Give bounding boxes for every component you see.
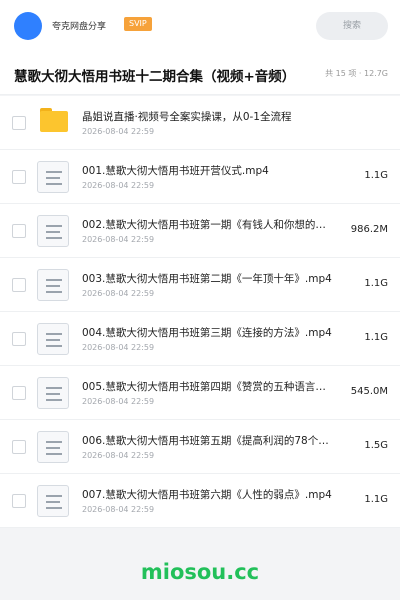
file-name: 007.慧歌大彻大悟用书班第六期《人性的弱点》.mp4 [82,489,332,501]
file-date: 2026-08-04 22:59 [82,397,155,406]
file-size: 1.1G [364,278,388,289]
file-size: 545.0M [350,386,388,397]
list-item[interactable]: 晶姐说直播·视频号全案实操课，从0-1全流程 2026-08-04 22:59 [0,96,400,150]
file-size: 1.1G [364,332,388,343]
file-list: 晶姐说直播·视频号全案实操课，从0-1全流程 2026-08-04 22:59 … [0,96,400,528]
file-date: 2026-08-04 22:59 [82,235,155,244]
top-bar: 夸克网盘分享 SVIP 搜索 [0,0,400,52]
file-date: 2026-08-04 22:59 [82,343,155,352]
file-size: 1.1G [364,170,388,181]
file-date: 2026-08-04 22:59 [82,181,155,190]
select-checkbox[interactable] [12,440,26,454]
list-item[interactable]: 007.慧歌大彻大悟用书班第六期《人性的弱点》.mp4 2026-08-04 2… [0,474,400,528]
select-checkbox[interactable] [12,386,26,400]
list-item[interactable]: 006.慧歌大彻大悟用书班第五期《提高利润的78个方法》.mp4 2026-08… [0,420,400,474]
file-size: 1.1G [364,494,388,505]
document-icon [37,431,69,463]
select-checkbox[interactable] [12,278,26,292]
folder-icon [40,108,68,132]
file-name: 003.慧歌大彻大悟用书班第二期《一年顶十年》.mp4 [82,273,332,285]
document-icon [37,161,69,193]
document-icon [37,485,69,517]
list-item[interactable]: 004.慧歌大彻大悟用书班第三期《连接的方法》.mp4 2026-08-04 2… [0,312,400,366]
file-date: 2026-08-04 22:59 [82,127,155,136]
file-size: 986.2M [350,224,388,235]
file-name: 006.慧歌大彻大悟用书班第五期《提高利润的78个方法》.mp4 [82,435,334,447]
file-date: 2026-08-04 22:59 [82,505,155,514]
user-name: 夸克网盘分享 [52,22,107,32]
file-name: 晶姐说直播·视频号全案实操课，从0-1全流程 [82,111,292,123]
vip-badge: SVIP [124,17,152,31]
select-checkbox[interactable] [12,116,26,130]
select-checkbox[interactable] [12,332,26,346]
file-count-summary: 共 15 项 · 12.7G [325,69,388,78]
select-checkbox[interactable] [12,224,26,238]
list-item[interactable]: 002.慧歌大彻大悟用书班第一期《有钱人和你想的不一样》.mp4 2026-08… [0,204,400,258]
page-title: 慧歌大彻大悟用书班十二期合集（视频+音频） [14,69,296,85]
list-item[interactable]: 001.慧歌大彻大悟用书班开营仪式.mp4 2026-08-04 22:59 1… [0,150,400,204]
document-icon [37,215,69,247]
file-date: 2026-08-04 22:59 [82,289,155,298]
search-button[interactable]: 搜索 [316,12,388,40]
file-name: 002.慧歌大彻大悟用书班第一期《有钱人和你想的不一样》.mp4 [82,219,334,231]
select-checkbox[interactable] [12,494,26,508]
document-icon [37,377,69,409]
select-checkbox[interactable] [12,170,26,184]
file-name: 004.慧歌大彻大悟用书班第三期《连接的方法》.mp4 [82,327,332,339]
file-size: 1.5G [364,440,388,451]
list-item[interactable]: 005.慧歌大彻大悟用书班第四期《赞赏的五种语言》.mp4 2026-08-04… [0,366,400,420]
file-name: 001.慧歌大彻大悟用书班开营仪式.mp4 [82,165,269,177]
watermark-text: miosou.cc [140,560,260,584]
title-block: 慧歌大彻大悟用书班十二期合集（视频+音频） 共 15 项 · 12.7G [0,52,400,95]
list-item[interactable]: 003.慧歌大彻大悟用书班第二期《一年顶十年》.mp4 2026-08-04 2… [0,258,400,312]
file-name: 005.慧歌大彻大悟用书班第四期《赞赏的五种语言》.mp4 [82,381,334,393]
document-icon [37,323,69,355]
avatar[interactable] [14,12,42,40]
file-date: 2026-08-04 22:59 [82,451,155,460]
document-icon [37,269,69,301]
